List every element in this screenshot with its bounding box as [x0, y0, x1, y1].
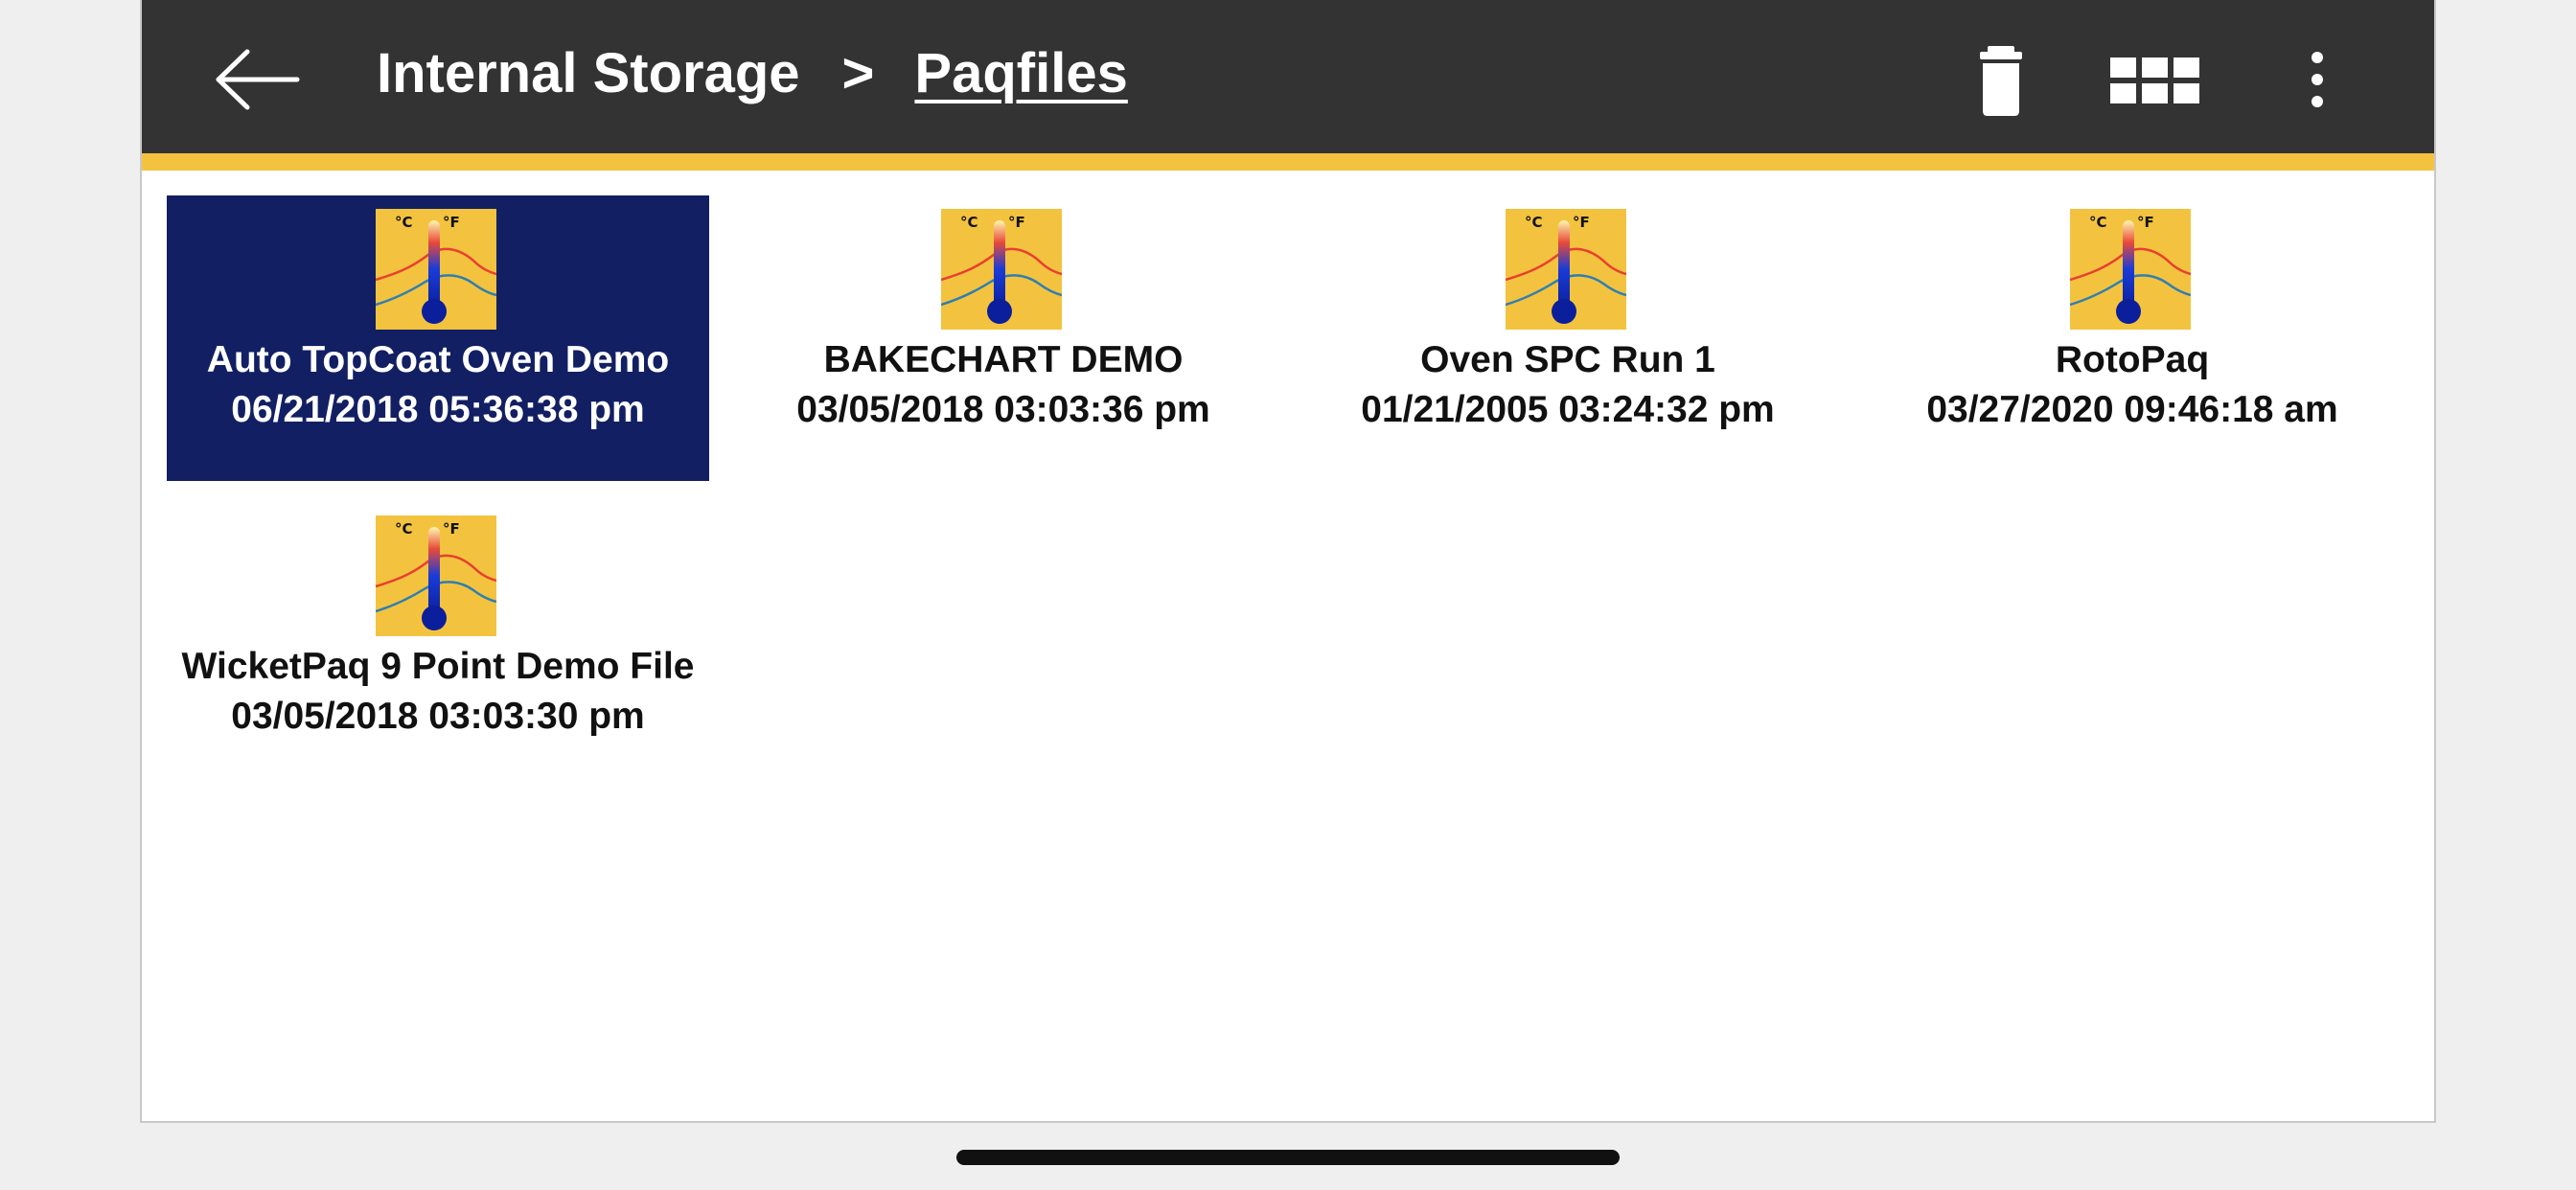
breadcrumb-separator: > [841, 41, 875, 104]
svg-text:°F: °F [1573, 214, 1590, 231]
file-date: 06/21/2018 05:36:38 pm [231, 389, 645, 430]
thermometer-chart-icon: °C °F [941, 209, 1062, 330]
grid-view-button[interactable] [2106, 42, 2202, 119]
file-date: 03/05/2018 03:03:30 pm [231, 696, 645, 737]
file-date: 01/21/2005 03:24:32 pm [1361, 389, 1775, 430]
svg-text:°C: °C [395, 214, 413, 231]
breadcrumb-current[interactable]: Paqfiles [914, 41, 1127, 105]
accent-bar [142, 153, 2434, 171]
top-toolbar: Internal Storage > Paqfiles [142, 0, 2434, 153]
file-item[interactable]: °C °F Oven SPC Run 1 01/21/2005 03:24:32… [1297, 195, 1839, 481]
back-button[interactable] [209, 36, 305, 123]
thermometer-chart-icon: °C °F [2070, 209, 2191, 330]
file-name: WicketPaq 9 Point Demo File [181, 646, 695, 687]
grid-view-icon [2110, 57, 2199, 103]
svg-text:°F: °F [443, 520, 460, 538]
file-browser-window: Internal Storage > Paqfiles °C °F Auto T… [140, 0, 2436, 1123]
breadcrumb: Internal Storage > Paqfiles [377, 34, 1128, 111]
svg-text:°C: °C [2089, 214, 2107, 231]
file-item[interactable]: °C °F WicketPaq 9 Point Demo File 03/05/… [167, 502, 709, 788]
svg-text:°C: °C [395, 520, 413, 538]
trash-icon [1980, 46, 2022, 116]
file-item[interactable]: °C °F RotoPaq 03/27/2020 09:46:18 am [1861, 195, 2404, 481]
breadcrumb-root[interactable]: Internal Storage [377, 41, 800, 105]
file-grid: °C °F Auto TopCoat Oven Demo 06/21/2018 … [167, 195, 2409, 1102]
more-vertical-icon [2312, 52, 2323, 107]
thermometer-chart-icon: °C °F [376, 209, 496, 330]
file-name: Oven SPC Run 1 [1420, 339, 1715, 380]
svg-text:°C: °C [960, 214, 978, 231]
svg-text:°C: °C [1525, 214, 1543, 231]
back-arrow-icon [216, 49, 300, 110]
file-name: BAKECHART DEMO [823, 339, 1184, 380]
thermometer-chart-icon: °C °F [1506, 209, 1626, 330]
svg-text:°F: °F [1008, 214, 1025, 231]
file-date: 03/05/2018 03:03:36 pm [796, 389, 1210, 430]
file-item[interactable]: °C °F Auto TopCoat Oven Demo 06/21/2018 … [167, 195, 709, 481]
file-item[interactable]: °C °F BAKECHART DEMO 03/05/2018 03:03:36… [732, 195, 1275, 481]
thermometer-chart-icon: °C °F [376, 515, 496, 636]
file-name: Auto TopCoat Oven Demo [206, 339, 670, 380]
more-options-button[interactable] [2288, 42, 2346, 119]
file-date: 03/27/2020 09:46:18 am [1926, 389, 2338, 430]
delete-button[interactable] [1963, 42, 2039, 119]
svg-text:°F: °F [443, 214, 460, 231]
file-name: RotoPaq [2055, 339, 2210, 380]
home-indicator [956, 1150, 1620, 1165]
svg-text:°F: °F [2137, 214, 2154, 231]
